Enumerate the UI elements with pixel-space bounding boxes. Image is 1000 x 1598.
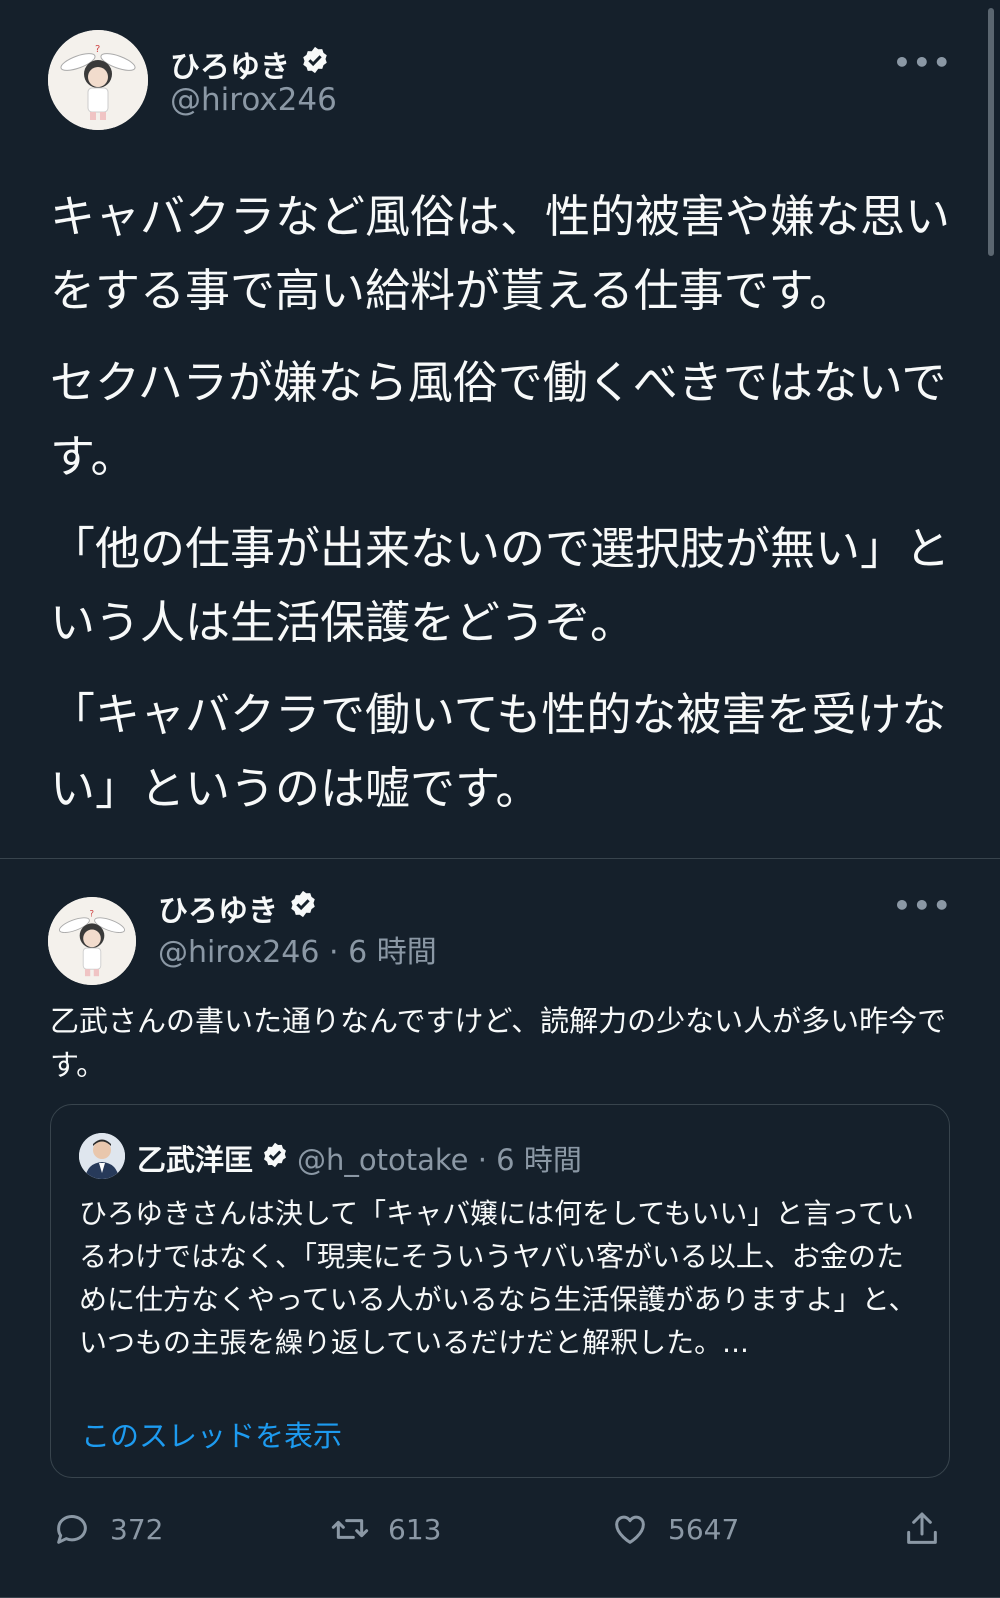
reply-tweet[interactable]: ? ひろゆき @hirox246 · 6 時間 ••• 乙武さんの書いた通りなん… [0, 859, 1000, 1598]
retweet-count: 613 [388, 1512, 442, 1546]
quote-author-row: 乙武洋匡 @h_ototake · 6 時間 [137, 1137, 582, 1179]
reply-icon [57, 1515, 87, 1544]
share-icon [907, 1512, 937, 1544]
verified-badge-icon [261, 1141, 289, 1176]
author-name[interactable]: ひろゆき [170, 42, 290, 86]
avatar[interactable]: ? [48, 897, 136, 985]
author-handle[interactable]: @hirox246 [170, 82, 337, 118]
reply-button[interactable]: 372 [52, 1509, 163, 1549]
tweet-actions: 372 613 5647 [0, 1509, 1000, 1559]
quote-text: ひろゆきさんは決して「キャバ嬢には何をしてもいい」と言っているわけではなく、「現… [79, 1197, 917, 1359]
tweet-paragraph: 「キャバクラで働いても性的な被害を受けない」というのは嘘です。 [50, 688, 947, 815]
quote-handle-time: @h_ototake · 6 時間 [297, 1143, 582, 1177]
tweet-paragraph: 「他の仕事が出来ないので選択肢が無い」という人は生活保護をどうぞ。 [50, 522, 951, 649]
tweet-paragraph: セクハラが嫌なら風俗で働くべきではないです。 [50, 356, 947, 483]
svg-text:?: ? [95, 44, 100, 55]
like-icon [615, 1515, 645, 1544]
share-button[interactable] [902, 1509, 942, 1549]
like-button[interactable]: 5647 [610, 1509, 739, 1549]
more-icon[interactable]: ••• [893, 46, 953, 79]
more-icon[interactable]: ••• [893, 889, 953, 922]
tweet-text: キャバクラなど風俗は、性的被害や嫌な思いをする事で高い給料が貰える仕事です。 セ… [50, 180, 965, 844]
quote-avatar-photo [79, 1133, 125, 1179]
quote-author-name: 乙武洋匡 [137, 1143, 254, 1177]
reply-text: 乙武さんの書いた通りなんですけど、読解力の少ない人が多い昨今です。 [50, 1004, 947, 1082]
quote-avatar [79, 1133, 125, 1179]
quoted-tweet[interactable]: 乙武洋匡 @h_ototake · 6 時間 ひろゆきさんは決して「キャバ嬢には… [50, 1104, 950, 1478]
tweet-paragraph: キャバクラなど風俗は、性的被害や嫌な思いをする事で高い給料が貰える仕事です。 [50, 190, 951, 317]
author-name[interactable]: ひろゆき [158, 886, 278, 930]
verified-badge-icon [300, 45, 330, 83]
avatar-illustration: ? [48, 30, 148, 130]
author-handle-time[interactable]: @hirox246 · 6 時間 [158, 927, 437, 971]
author-name-row[interactable]: ひろゆき [158, 886, 318, 930]
avatar[interactable]: ? [48, 30, 148, 130]
show-thread-link[interactable]: このスレッドを表示 [81, 1413, 342, 1455]
main-tweet: ? ひろゆき @hirox246 ••• キャバクラなど風俗は、性的被害や嫌な思… [0, 0, 1000, 859]
retweet-icon [331, 1519, 369, 1539]
retweet-button[interactable]: 613 [330, 1509, 441, 1549]
svg-text:?: ? [89, 909, 94, 919]
author-name-row[interactable]: ひろゆき [170, 42, 330, 86]
avatar-illustration: ? [48, 897, 136, 985]
like-count: 5647 [668, 1512, 740, 1546]
reply-count: 372 [110, 1512, 164, 1546]
verified-badge-icon [288, 889, 318, 927]
